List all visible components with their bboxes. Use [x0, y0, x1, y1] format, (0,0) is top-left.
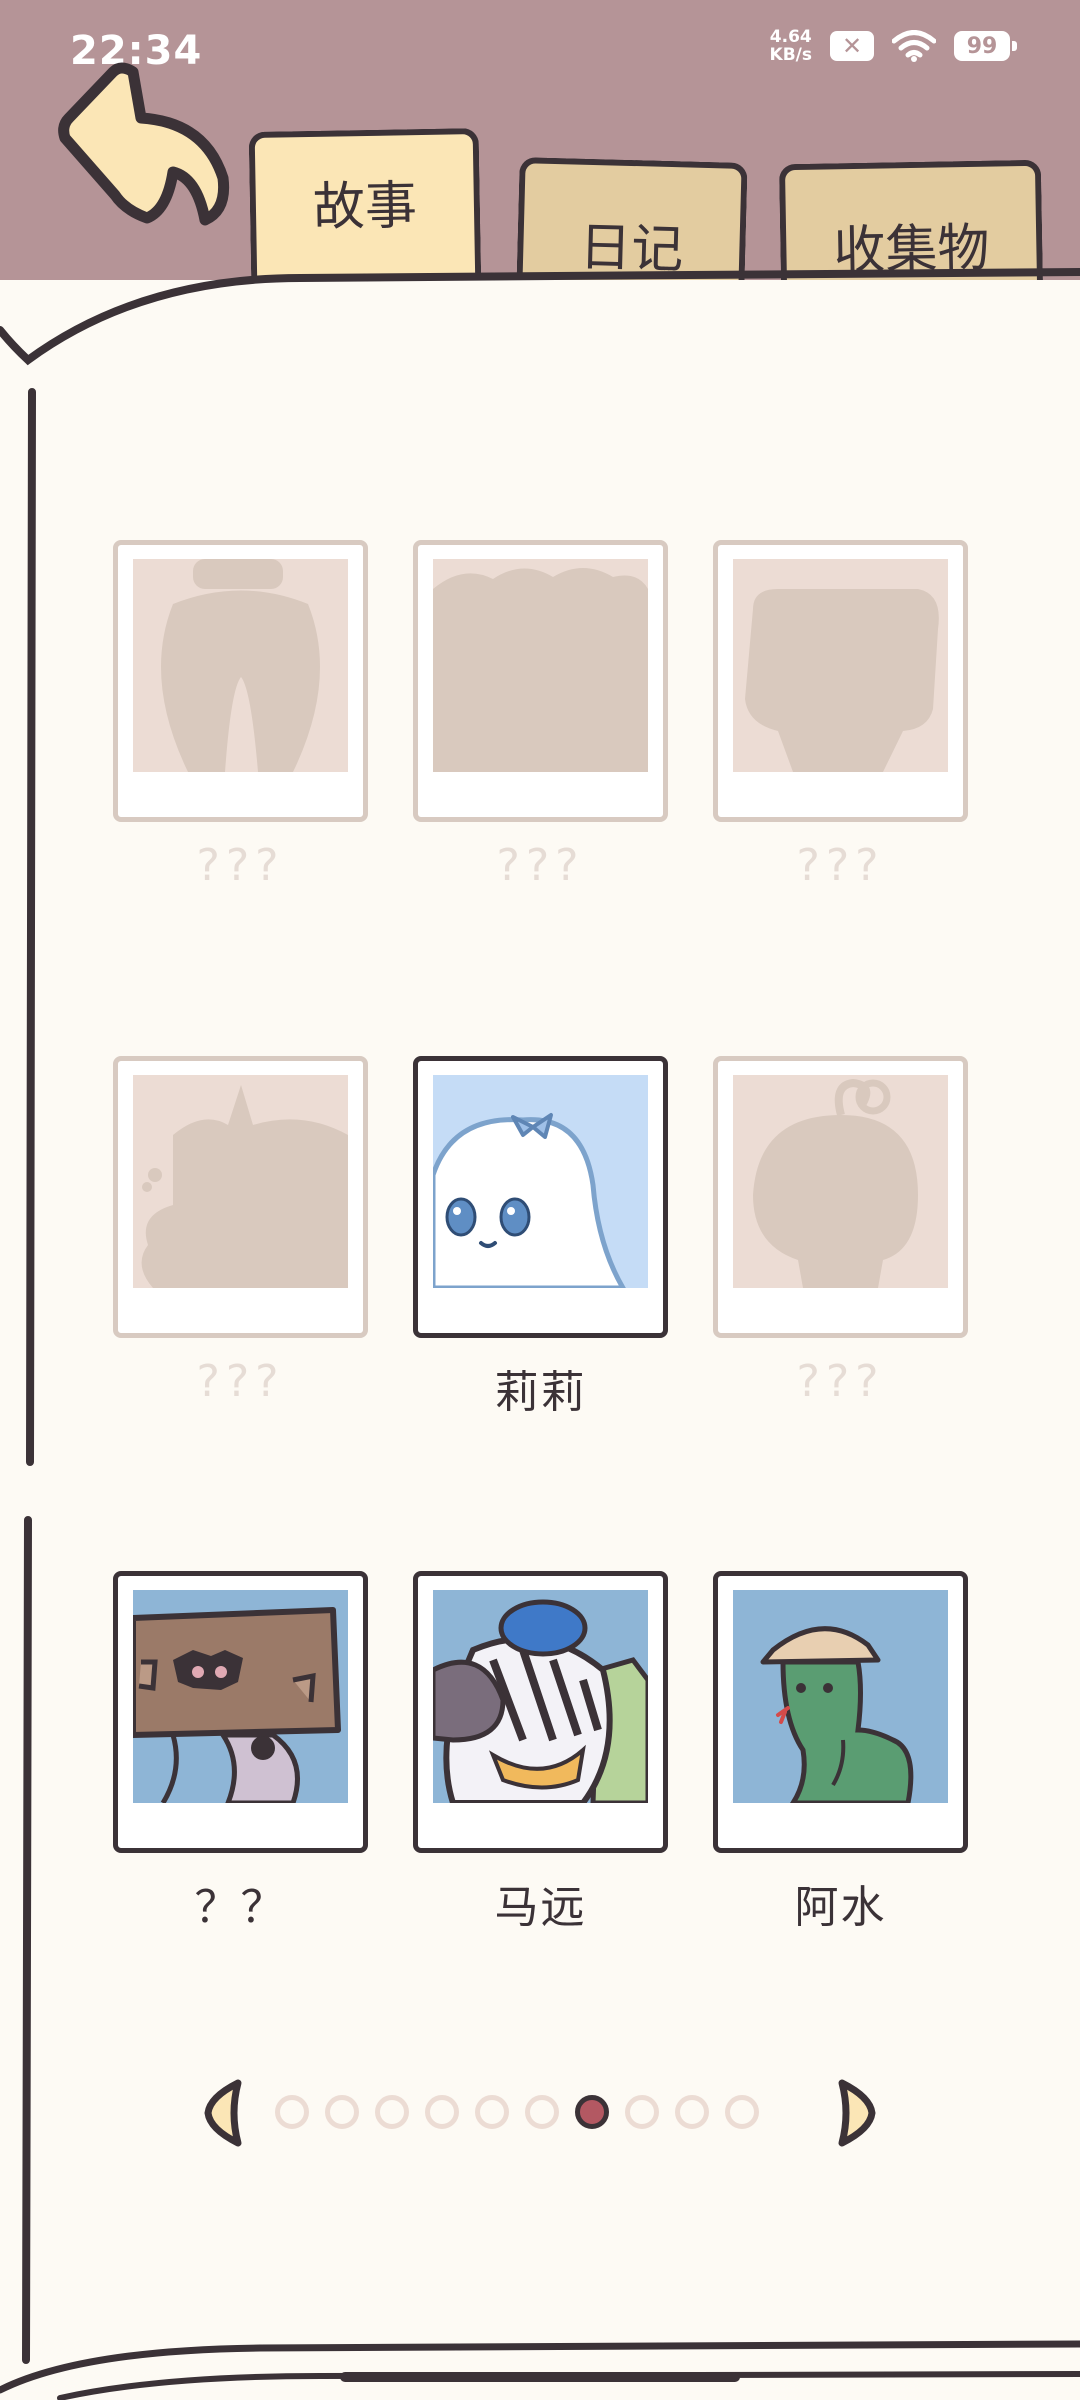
character-name: 阿水 — [794, 1882, 887, 1933]
tab-story[interactable]: 故事 — [248, 128, 482, 292]
character-card[interactable]: 阿水 — [713, 1571, 968, 1935]
locked-silhouette — [133, 559, 348, 772]
locked-silhouette — [133, 1075, 348, 1288]
character-portrait — [433, 1075, 648, 1288]
photo-frame — [113, 540, 368, 822]
page-dot-active[interactable] — [575, 2095, 609, 2129]
back-arrow-icon — [58, 62, 230, 226]
page-dot[interactable] — [475, 2095, 509, 2129]
status-icons: 4.64 KB/s ✕ 99 — [770, 28, 1017, 64]
page-dots — [275, 2095, 759, 2129]
network-speed: 4.64 KB/s — [770, 28, 812, 64]
character-name: 莉莉 — [494, 1367, 587, 1418]
wifi-icon — [892, 30, 936, 62]
back-arrow-button[interactable] — [55, 60, 240, 235]
character-card[interactable]: ??? — [113, 1056, 368, 1407]
photo-frame — [713, 540, 968, 822]
character-name: ？？ — [194, 1882, 287, 1933]
photo-frame — [413, 1571, 668, 1853]
character-name: ??? — [796, 1356, 885, 1407]
locked-silhouette — [733, 1075, 948, 1288]
character-name: ??? — [196, 840, 285, 891]
page-dot[interactable] — [675, 2095, 709, 2129]
network-speed-value: 4.64 — [769, 27, 812, 47]
tab-diary[interactable]: 日记 — [516, 157, 748, 293]
pagination — [200, 2075, 880, 2150]
tab-story-label: 故事 — [312, 175, 418, 238]
page-dot[interactable] — [625, 2095, 659, 2129]
character-card[interactable]: ??? — [113, 540, 368, 891]
character-portrait — [733, 1590, 948, 1803]
character-card[interactable]: ??? — [413, 540, 668, 891]
locked-silhouette — [433, 559, 648, 772]
character-portrait — [133, 1590, 348, 1803]
photo-frame — [413, 540, 668, 822]
character-name: ??? — [496, 840, 585, 891]
character-card[interactable]: ？？ — [113, 1571, 368, 1935]
tab-collectibles-label: 收集物 — [832, 218, 990, 281]
close-badge-icon: ✕ — [830, 31, 874, 61]
chevron-left-icon — [204, 2079, 242, 2147]
page-dot[interactable] — [425, 2095, 459, 2129]
next-page-button[interactable] — [834, 2077, 880, 2149]
chevron-right-icon — [838, 2079, 876, 2147]
photo-frame — [113, 1571, 368, 1853]
character-card[interactable]: 马远 — [413, 1571, 668, 1935]
photo-frame — [713, 1056, 968, 1338]
photo-frame — [413, 1056, 668, 1338]
character-name: ??? — [796, 840, 885, 891]
battery-icon: 99 — [954, 31, 1017, 61]
tab-collectibles[interactable]: 收集物 — [778, 159, 1044, 293]
character-name: 马远 — [494, 1882, 587, 1933]
character-card[interactable]: ??? — [713, 540, 968, 891]
locked-silhouette — [733, 559, 948, 772]
page-dot[interactable] — [525, 2095, 559, 2129]
character-portrait — [433, 1590, 648, 1803]
tab-diary-label: 日记 — [578, 217, 685, 280]
page-dot[interactable] — [725, 2095, 759, 2129]
character-name: ??? — [196, 1356, 285, 1407]
photo-frame — [713, 1571, 968, 1853]
page-dot[interactable] — [375, 2095, 409, 2129]
page-dot[interactable] — [325, 2095, 359, 2129]
photo-frame — [113, 1056, 368, 1338]
character-card[interactable]: ??? — [713, 1056, 968, 1407]
previous-page-button[interactable] — [200, 2077, 246, 2149]
page-dot[interactable] — [275, 2095, 309, 2129]
network-speed-unit: KB/s — [769, 45, 812, 65]
home-indicator[interactable] — [340, 2372, 740, 2382]
character-card[interactable]: 莉莉 — [413, 1056, 668, 1420]
